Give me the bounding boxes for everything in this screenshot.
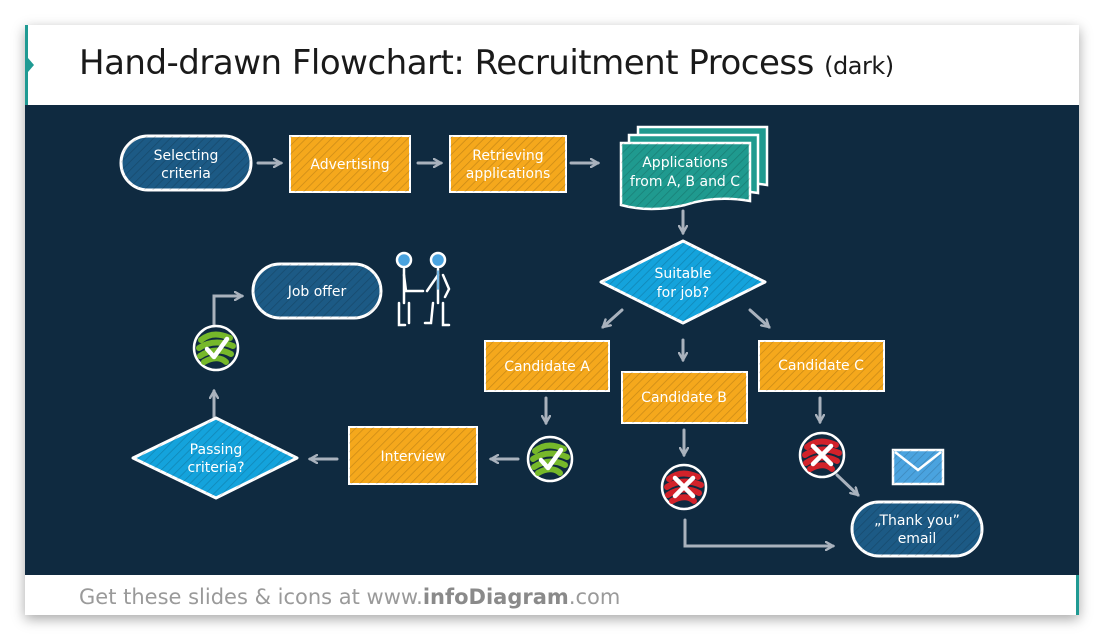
footer-prefix: Get these slides & icons at www. [79,585,423,609]
passing-line1: Passing [190,442,243,458]
arrow-suitable-to-candidate-c [748,308,769,327]
arrow-cross-c-to-email [835,473,858,495]
accent-bar-right [1076,575,1079,615]
node-thank-you-email[interactable]: „Thank you” email [850,500,984,558]
applications-line2: from A, B and C [630,174,740,190]
node-job-offer[interactable]: Job offer [251,262,383,320]
cross-icon [798,431,846,479]
arrow-suitable-to-candidate-a [603,308,624,327]
footer-credit: Get these slides & icons at www.infoDiag… [79,585,620,609]
slide-title: Hand-drawn Flowchart: Recruitment Proces… [79,43,894,83]
thank-you-line1: „Thank you” [874,513,960,529]
flowchart-svg: Selecting criteria Advertising Retrievin… [119,125,984,558]
candidate-a-label: Candidate A [504,359,590,375]
suitable-line1: Suitable [654,266,711,282]
check-icon [526,435,574,483]
footer-suffix: .com [568,585,621,609]
handshake-icon [395,251,451,327]
candidate-c-label: Candidate C [778,358,864,374]
applications-line1: Applications [642,155,728,171]
node-candidate-b[interactable]: Candidate B [621,371,748,424]
envelope-icon [891,448,945,486]
advertising-label: Advertising [310,157,389,173]
thank-you-line2: email [898,531,937,547]
node-candidate-c[interactable]: Candidate C [758,340,885,392]
accent-notch [28,58,34,72]
flowchart-canvas: Selecting criteria Advertising Retrievin… [25,105,1079,575]
footer-brand[interactable]: infoDiagram [423,585,569,609]
node-interview[interactable]: Interview [348,426,478,485]
title-suffix: (dark) [824,52,894,80]
slide: Hand-drawn Flowchart: Recruitment Proces… [25,25,1079,615]
node-applications[interactable]: Applications from A, B and C [619,125,769,211]
suitable-line2: for job? [657,285,709,301]
node-passing-criteria[interactable]: Passing criteria? [131,416,299,500]
arrow-cross-b-to-email [683,518,833,546]
passing-line2: criteria? [187,460,244,476]
selecting-criteria-line2: criteria [161,166,211,182]
title-main: Hand-drawn Flowchart: Recruitment Proces… [79,43,814,83]
node-suitable-for-job[interactable]: Suitable for job? [599,239,767,325]
job-offer-label: Job offer [287,284,347,300]
interview-label: Interview [380,449,445,465]
retrieving-line1: Retrieving [472,148,543,164]
selecting-criteria-line1: Selecting [154,148,219,164]
check-icon [192,324,240,372]
node-retrieving-applications[interactable]: Retrieving applications [449,135,567,193]
cross-icon [660,463,708,511]
retrieving-line2: applications [466,166,551,182]
node-selecting-criteria[interactable]: Selecting criteria [119,134,253,192]
node-candidate-a[interactable]: Candidate A [484,340,610,392]
node-advertising[interactable]: Advertising [289,135,411,193]
candidate-b-label: Candidate B [641,390,727,406]
